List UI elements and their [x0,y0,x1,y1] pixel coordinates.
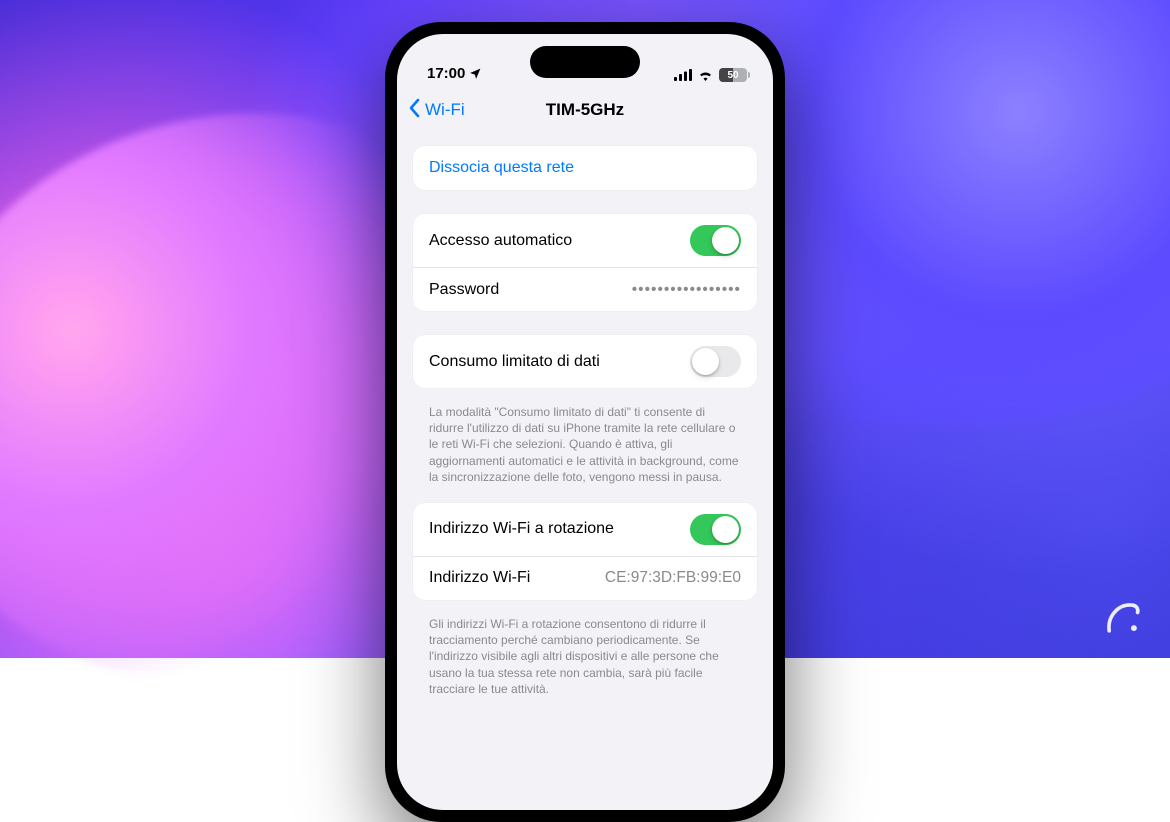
phone-frame: 17:00 [385,22,785,822]
status-time: 17:00 [427,65,465,82]
nav-bar: Wi-Fi TIM-5GHz [397,88,773,132]
wifi-address-value: CE:97:3D:FB:99:E0 [605,569,741,587]
low-data-label: Consumo limitato di dati [429,353,600,371]
location-icon [469,67,482,80]
battery-icon: 50 [719,68,747,82]
wifi-address-label: Indirizzo Wi-Fi [429,569,530,587]
battery-percent: 50 [727,70,738,81]
password-label: Password [429,281,499,299]
settings-content[interactable]: Dissocia questa rete Accesso automatico … [397,132,773,739]
group-auto-join: Accesso automatico Password ••••••••••••… [413,214,757,311]
forget-network-button[interactable]: Dissocia questa rete [413,146,757,190]
group-low-data: Consumo limitato di dati [413,335,757,388]
group-forget-network: Dissocia questa rete [413,146,757,190]
auto-join-row: Accesso automatico [413,214,757,267]
auto-join-label: Accesso automatico [429,232,572,250]
password-value: ••••••••••••••••• [632,281,741,299]
chevron-left-icon [409,98,421,123]
password-row[interactable]: Password ••••••••••••••••• [413,267,757,311]
private-mac-toggle[interactable] [690,514,741,545]
wifi-icon [697,69,714,81]
forget-network-label: Dissocia questa rete [429,159,574,177]
low-data-row: Consumo limitato di dati [413,335,757,388]
dynamic-island [530,46,640,78]
phone-screen: 17:00 [397,34,773,810]
page-title: TIM-5GHz [546,100,624,120]
private-mac-label: Indirizzo Wi-Fi a rotazione [429,520,614,538]
low-data-toggle[interactable] [690,346,741,377]
back-label: Wi-Fi [425,100,465,120]
low-data-footer: La modalità "Consumo limitato di dati" t… [413,398,757,503]
watermark-logo-icon [1100,596,1144,640]
private-mac-row: Indirizzo Wi-Fi a rotazione [413,503,757,556]
auto-join-toggle[interactable] [690,225,741,256]
cellular-signal-icon [674,69,692,81]
back-button[interactable]: Wi-Fi [409,98,465,123]
group-private-mac: Indirizzo Wi-Fi a rotazione Indirizzo Wi… [413,503,757,600]
wifi-address-row[interactable]: Indirizzo Wi-Fi CE:97:3D:FB:99:E0 [413,556,757,600]
private-mac-footer: Gli indirizzi Wi-Fi a rotazione consento… [413,610,757,715]
